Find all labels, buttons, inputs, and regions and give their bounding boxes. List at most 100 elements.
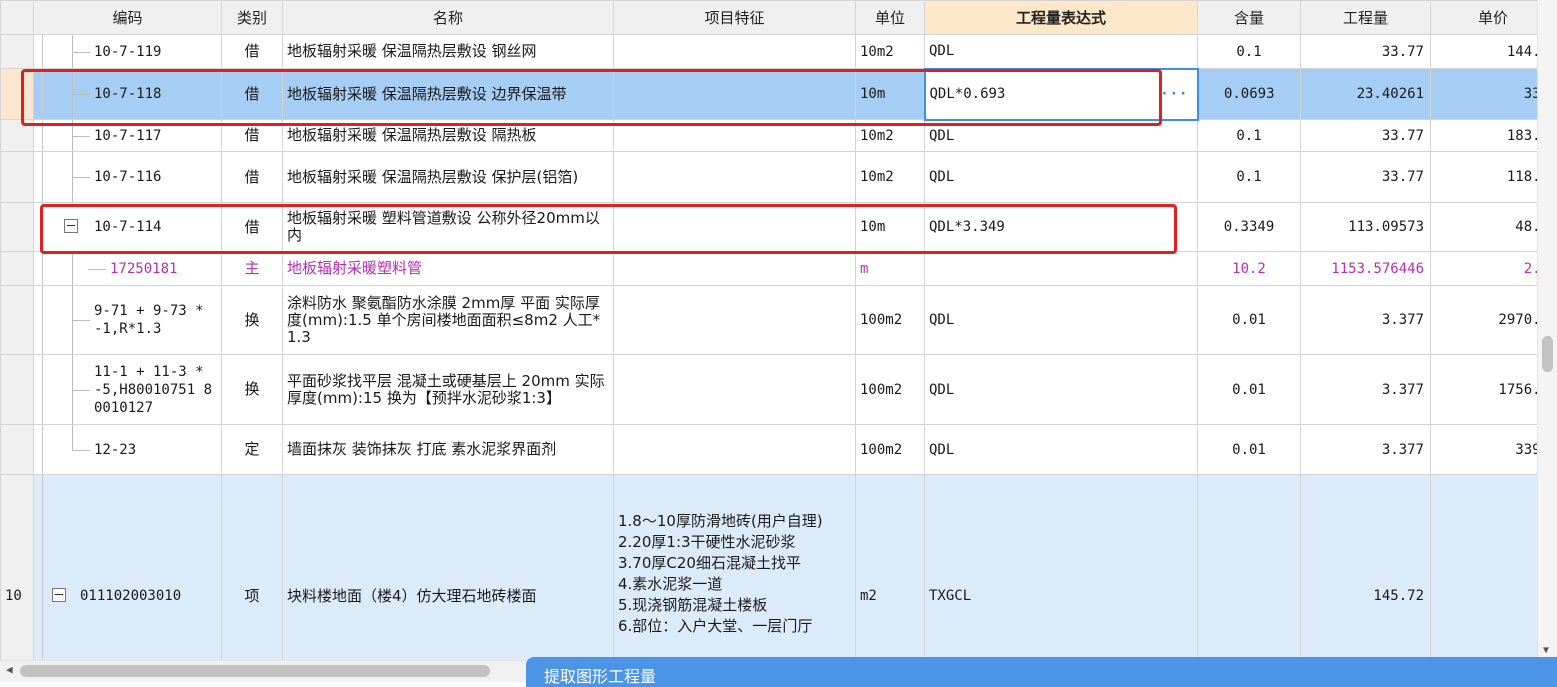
price-cell[interactable]: 48.9	[1430, 202, 1537, 252]
name-cell[interactable]: 墙面抹灰 装饰抹灰 打底 素水泥浆界面剂	[282, 424, 614, 475]
type-cell[interactable]: 换	[221, 285, 283, 355]
unit-cell[interactable]: m	[855, 251, 925, 286]
quantity-cell[interactable]: 3.377	[1300, 424, 1431, 475]
header-expression[interactable]: 工程量表达式	[924, 0, 1198, 35]
bottom-panel-tab[interactable]: 提取图形工程量	[526, 657, 1557, 687]
type-cell[interactable]: 定	[221, 424, 283, 475]
unit-cell[interactable]: 10m2	[855, 119, 925, 152]
type-cell[interactable]: 借	[221, 34, 283, 69]
feature-cell[interactable]	[613, 151, 856, 203]
type-cell[interactable]: 项	[221, 474, 283, 660]
table-row[interactable]: 12-23 定 墙面抹灰 装饰抹灰 打底 素水泥浆界面剂 100m2 QDL 0…	[0, 424, 1537, 475]
name-cell[interactable]: 块料楼地面（楼4）仿大理石地砖楼面	[282, 474, 614, 660]
quantity-cell[interactable]: 3.377	[1300, 354, 1431, 425]
table-row[interactable]: 10-7-119 借 地板辐射采暖 保温隔热层敷设 钢丝网 10m2 QDL 0…	[0, 34, 1537, 69]
quantity-cell[interactable]: 3.377	[1300, 285, 1431, 355]
ellipsis-button[interactable]: ···	[1160, 85, 1188, 103]
price-cell[interactable]: 2970.6	[1430, 285, 1537, 355]
code-cell[interactable]: 17250181	[33, 251, 222, 286]
expression-cell[interactable]: QDL*3.349	[924, 202, 1198, 252]
expression-edit-cell[interactable]: QDL*0.693 ···	[923, 67, 1199, 121]
expression-cell[interactable]: QDL	[924, 354, 1198, 425]
feature-cell[interactable]: 1.8～10厚防滑地砖(用户自理) 2.20厚1:3干硬性水泥砂浆 3.70厚C…	[613, 474, 856, 660]
expression-edit-text[interactable]: QDL*0.693	[930, 86, 1006, 102]
expression-cell[interactable]	[924, 251, 1198, 286]
expression-cell[interactable]: QDL	[924, 34, 1198, 69]
table-row-material[interactable]: 17250181 主 地板辐射采暖塑料管 m 10.2 1153.576446 …	[0, 251, 1537, 286]
name-cell[interactable]: 地板辐射采暖 保温隔热层敷设 隔热板	[282, 119, 614, 152]
type-cell[interactable]: 主	[221, 251, 283, 286]
feature-cell[interactable]	[613, 354, 856, 425]
collapse-toggle-icon[interactable]	[64, 219, 78, 233]
quantity-cell[interactable]: 33.77	[1300, 119, 1431, 152]
price-cell[interactable]: 118.1	[1430, 151, 1537, 203]
type-cell[interactable]: 借	[221, 151, 283, 203]
content-cell[interactable]: 0.01	[1197, 285, 1301, 355]
quantity-cell[interactable]: 23.40261	[1300, 68, 1431, 120]
code-cell[interactable]: 12-23	[33, 424, 222, 475]
feature-cell[interactable]	[613, 68, 856, 120]
header-type[interactable]: 类别	[221, 0, 283, 35]
quantity-cell[interactable]: 1153.576446	[1300, 251, 1431, 286]
unit-cell[interactable]: 10m	[855, 68, 925, 120]
type-cell[interactable]: 换	[221, 354, 283, 425]
content-cell[interactable]: 0.01	[1197, 354, 1301, 425]
header-code[interactable]: 编码	[33, 0, 222, 35]
unit-cell[interactable]: 10m2	[855, 34, 925, 69]
header-price[interactable]: 单价	[1430, 0, 1537, 35]
quantity-cell[interactable]: 33.77	[1300, 34, 1431, 69]
code-cell[interactable]: 11-1 + 11-3 * -5,H80010751 80010127	[33, 354, 222, 425]
unit-cell[interactable]: 100m2	[855, 424, 925, 475]
name-cell[interactable]: 地板辐射采暖塑料管	[282, 251, 614, 286]
name-cell[interactable]: 地板辐射采暖 保温隔热层敷设 保护层(铝箔)	[282, 151, 614, 203]
vertical-scrollbar[interactable]: ▼	[1537, 0, 1557, 660]
quantity-cell[interactable]: 113.09573	[1300, 202, 1431, 252]
type-cell[interactable]: 借	[221, 119, 283, 152]
content-cell[interactable]: 0.3349	[1197, 202, 1301, 252]
code-cell[interactable]: 10-7-116	[33, 151, 222, 203]
scroll-left-arrow-icon[interactable]: ◀	[6, 663, 13, 676]
content-cell[interactable]	[1197, 474, 1301, 660]
expression-cell[interactable]: QDL	[924, 151, 1198, 203]
table-row[interactable]: 10-7-116 借 地板辐射采暖 保温隔热层敷设 保护层(铝箔) 10m2 Q…	[0, 151, 1537, 203]
name-cell[interactable]: 地板辐射采暖 保温隔热层敷设 边界保温带	[282, 68, 614, 120]
unit-cell[interactable]: 100m2	[855, 354, 925, 425]
header-unit[interactable]: 单位	[855, 0, 925, 35]
price-cell[interactable]: 2.8	[1430, 251, 1537, 286]
feature-cell[interactable]	[613, 251, 856, 286]
price-cell[interactable]: 144.8	[1430, 34, 1537, 69]
code-cell[interactable]: 10-7-117	[33, 119, 222, 152]
price-cell[interactable]: 183.6	[1430, 119, 1537, 152]
feature-cell[interactable]	[613, 285, 856, 355]
name-cell[interactable]: 涂料防水 聚氨酯防水涂膜 2mm厚 平面 实际厚度(mm):1.5 单个房间楼地…	[282, 285, 614, 355]
feature-cell[interactable]	[613, 34, 856, 69]
header-name[interactable]: 名称	[282, 0, 614, 35]
expression-cell[interactable]: QDL	[924, 285, 1198, 355]
table-row[interactable]: 10-7-114 借 地板辐射采暖 塑料管道敷设 公称外径20mm以内 10m …	[0, 202, 1537, 252]
expression-cell[interactable]: QDL	[924, 424, 1198, 475]
content-cell[interactable]: 0.01	[1197, 424, 1301, 475]
content-cell[interactable]: 0.1	[1197, 151, 1301, 203]
content-cell[interactable]: 10.2	[1197, 251, 1301, 286]
code-cell[interactable]: 10-7-118	[33, 68, 222, 120]
quantity-cell[interactable]: 145.72	[1300, 474, 1431, 660]
price-cell[interactable]: 1756.8	[1430, 354, 1537, 425]
name-cell[interactable]: 地板辐射采暖 保温隔热层敷设 钢丝网	[282, 34, 614, 69]
header-feature[interactable]: 项目特征	[613, 0, 856, 35]
price-cell[interactable]: 33.	[1430, 68, 1537, 120]
header-quantity[interactable]: 工程量	[1300, 0, 1431, 35]
quantity-cell[interactable]: 33.77	[1300, 151, 1431, 203]
type-cell[interactable]: 借	[221, 202, 283, 252]
table-row[interactable]: 11-1 + 11-3 * -5,H80010751 80010127 换 平面…	[0, 354, 1537, 425]
unit-cell[interactable]: 10m	[855, 202, 925, 252]
code-cell[interactable]: 10-7-119	[33, 34, 222, 69]
code-cell[interactable]: 10-7-114	[33, 202, 222, 252]
content-cell[interactable]: 0.1	[1197, 119, 1301, 152]
scroll-down-arrow-icon[interactable]: ▼	[1543, 645, 1549, 656]
header-content[interactable]: 含量	[1197, 0, 1301, 35]
table-row[interactable]: 10-7-117 借 地板辐射采暖 保温隔热层敷设 隔热板 10m2 QDL 0…	[0, 119, 1537, 152]
unit-cell[interactable]: m2	[855, 474, 925, 660]
table-row-selected[interactable]: 10-7-118 借 地板辐射采暖 保温隔热层敷设 边界保温带 10m QDL*…	[0, 67, 1537, 121]
horizontal-scroll-thumb[interactable]	[20, 665, 490, 677]
content-cell[interactable]: 0.0693	[1197, 68, 1301, 120]
